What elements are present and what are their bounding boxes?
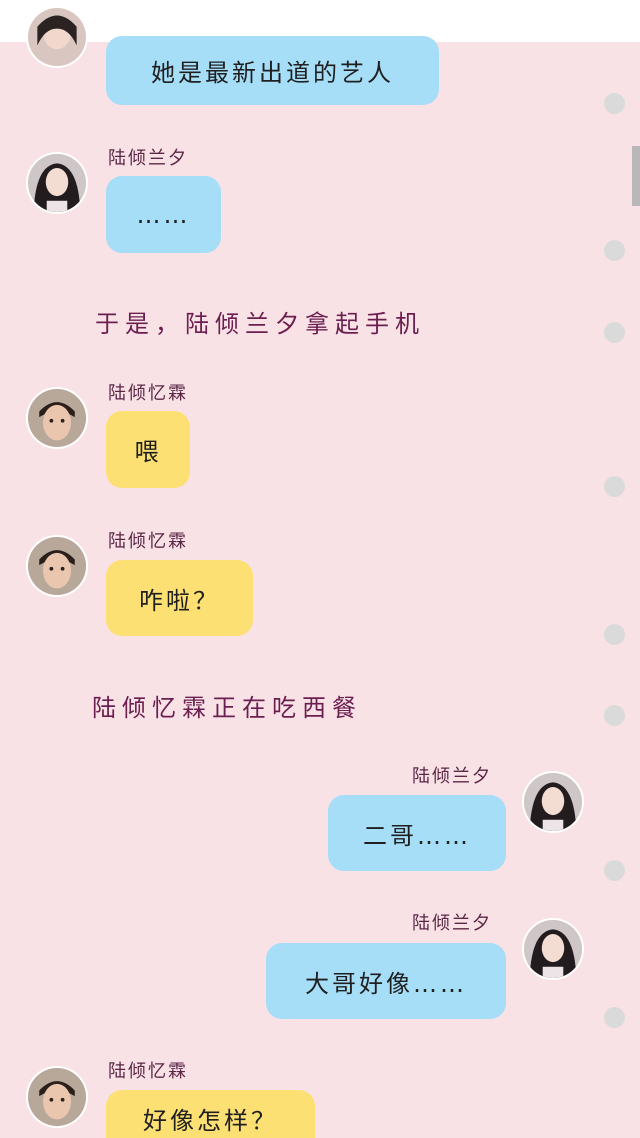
message-text: 大哥好像……: [305, 969, 467, 998]
message-bubble: 好像怎样？: [106, 1090, 315, 1138]
sender-name: 陆倾忆霖: [108, 383, 188, 404]
narration-text: 陆倾忆霖正在吃西餐: [92, 694, 362, 722]
avatar-female[interactable]: [522, 918, 584, 980]
avatar-male[interactable]: [26, 387, 88, 449]
sender-name: 陆倾兰夕: [108, 148, 188, 169]
avatar-male[interactable]: [26, 1066, 88, 1128]
avatar-male[interactable]: [26, 535, 88, 597]
narration-text: 于是，陆倾兰夕拿起手机: [95, 310, 425, 338]
message-bubble: ……: [106, 176, 221, 253]
avatar-female[interactable]: [26, 6, 88, 68]
message-bubble: 她是最新出道的艺人: [106, 36, 439, 105]
sender-name: 陆倾兰夕: [412, 913, 492, 934]
avatar-female[interactable]: [26, 152, 88, 214]
message-text: 她是最新出道的艺人: [151, 59, 394, 87]
message-text: 咋啦？: [139, 586, 220, 615]
sender-name: 陆倾兰夕: [412, 766, 492, 787]
sender-name: 陆倾忆霖: [108, 1061, 188, 1082]
message-bubble: 二哥……: [328, 795, 506, 871]
avatar-female[interactable]: [522, 771, 584, 833]
message-bubble: 喂: [106, 411, 190, 488]
side-dot-icon[interactable]: [604, 476, 625, 497]
message-text: ……: [136, 200, 191, 229]
message-text: 二哥……: [363, 821, 471, 850]
side-dot-icon[interactable]: [604, 1007, 625, 1028]
side-dot-icon[interactable]: [604, 705, 625, 726]
side-dot-icon[interactable]: [604, 240, 625, 261]
message-text: 好像怎样？: [143, 1107, 278, 1135]
side-dot-icon[interactable]: [604, 322, 625, 343]
sender-name: 陆倾忆霖: [108, 531, 188, 552]
side-dot-icon[interactable]: [604, 860, 625, 881]
message-text: 喂: [134, 438, 162, 466]
side-dot-icon[interactable]: [604, 624, 625, 645]
scrollbar-thumb[interactable]: [632, 146, 640, 206]
message-bubble: 大哥好像……: [266, 943, 506, 1019]
message-bubble: 咋啦？: [106, 560, 253, 636]
side-dot-icon[interactable]: [604, 93, 625, 114]
